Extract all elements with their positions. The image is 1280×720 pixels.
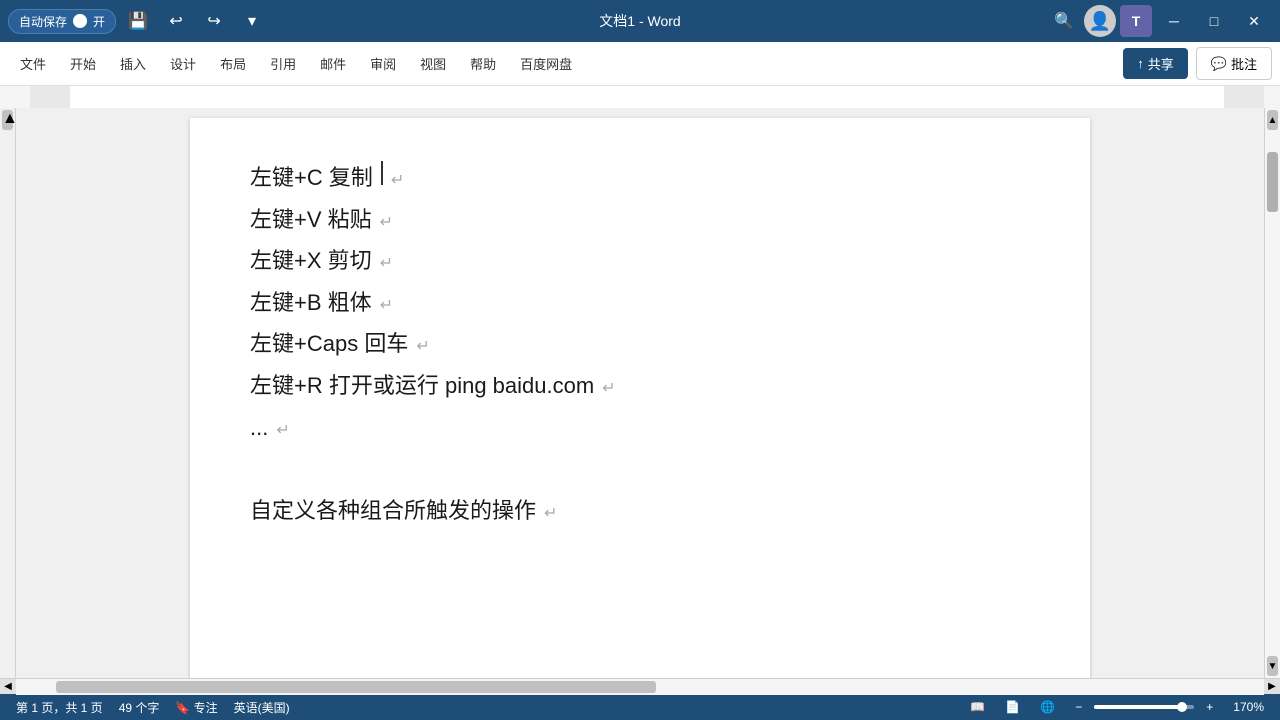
return-mark-4: ↵ — [380, 292, 393, 321]
zoom-out-button[interactable]: − — [1067, 700, 1090, 714]
vscroll-down-button[interactable]: ▼ — [1267, 656, 1278, 676]
line-text-9: 自定义各种组合所触发的操作 — [250, 491, 536, 531]
return-mark-9: ↵ — [544, 500, 557, 529]
zoom-percent[interactable]: 170% — [1225, 700, 1272, 714]
zoom-fill — [1094, 705, 1179, 709]
autosave-toggle[interactable]: 自动保存 开 — [8, 9, 116, 34]
comment-label: 批注 — [1231, 54, 1257, 73]
hscroll-right-button[interactable]: ▶ — [1264, 679, 1280, 695]
zoom-handle[interactable] — [1177, 702, 1187, 712]
view-read-button[interactable]: 📖 — [962, 700, 993, 714]
line-text-6: 左键+R 打开或运行 ping baidu.com — [250, 366, 594, 406]
customize-qat-button[interactable]: ▾ — [236, 7, 268, 35]
hscroll-left-button[interactable]: ◀ — [0, 679, 16, 695]
return-mark-3: ↵ — [380, 250, 393, 279]
undo-button[interactable]: ↩ — [160, 7, 192, 35]
line-text-4: 左键+B 粗体 — [250, 283, 372, 323]
ruler — [0, 86, 1280, 108]
doc-line-1: 左键+C 复制 ↵ — [250, 158, 1030, 198]
autosave-state: 开 — [93, 13, 105, 30]
hscroll-track — [16, 679, 1264, 695]
line-text-7: ... — [250, 408, 268, 448]
title-bar-left: 自动保存 开 💾 ↩ ↪ ▾ — [8, 7, 268, 35]
return-mark-1: ↵ — [391, 167, 404, 196]
doc-line-3: 左键+X 剪切 ↵ — [250, 241, 1030, 281]
doc-line-4: 左键+B 粗体 ↵ — [250, 283, 1030, 323]
ruler-side-left — [0, 86, 30, 108]
autosave-label: 自动保存 — [19, 13, 67, 30]
menu-view[interactable]: 视图 — [408, 48, 458, 79]
line-text-1: 左键+C 复制 — [250, 158, 373, 198]
ruler-main — [30, 86, 1264, 108]
doc-area: ▲ 左键+C 复制 ↵ 左键+V 粘贴 ↵ 左键+X 剪切 ↵ 左键+B 粗体 — [0, 108, 1280, 678]
scrollbar-right: ▲ ▼ — [1264, 108, 1280, 678]
avatar[interactable]: 👤 — [1084, 5, 1116, 37]
search-button[interactable]: 🔍 — [1048, 7, 1080, 35]
return-mark-7: ↵ — [276, 417, 289, 446]
menu-file[interactable]: 文件 — [8, 48, 58, 79]
doc-line-9: 自定义各种组合所触发的操作 ↵ — [250, 491, 1030, 531]
h-scrollbar: ◀ ▶ — [0, 678, 1280, 694]
line-text-5: 左键+Caps 回车 — [250, 324, 408, 364]
menu-review[interactable]: 审阅 — [358, 48, 408, 79]
doc-line-6: 左键+R 打开或运行 ping baidu.com ↵ — [250, 366, 1030, 406]
menu-layout[interactable]: 布局 — [208, 48, 258, 79]
scrollbar-left: ▲ — [0, 108, 16, 678]
hscroll-thumb[interactable] — [56, 681, 656, 693]
share-icon: ↑ — [1137, 56, 1144, 71]
close-button[interactable]: ✕ — [1236, 7, 1272, 35]
line-text-8 — [250, 449, 256, 489]
menu-mailings[interactable]: 邮件 — [308, 48, 358, 79]
language[interactable]: 英语(美国) — [226, 699, 298, 716]
return-mark-2: ↵ — [380, 209, 393, 238]
doc-line-7: ... ↵ — [250, 408, 1030, 448]
toggle-circle — [73, 14, 87, 28]
document-title: 文档1 - Word — [599, 11, 680, 31]
vscroll-thumb[interactable] — [1267, 152, 1278, 212]
menu-home[interactable]: 开始 — [58, 48, 108, 79]
menu-insert[interactable]: 插入 — [108, 48, 158, 79]
word-count[interactable]: 49 个字 — [111, 699, 168, 716]
menu-references[interactable]: 引用 — [258, 48, 308, 79]
comment-icon: 💬 — [1211, 56, 1227, 72]
maximize-button[interactable]: □ — [1196, 7, 1232, 35]
line-text-3: 左键+X 剪切 — [250, 241, 372, 281]
page-info[interactable]: 第 1 页，共 1 页 — [8, 699, 111, 716]
minimize-button[interactable]: ─ — [1156, 7, 1192, 35]
focus-mode[interactable]: 🔖 专注 — [167, 699, 225, 716]
vscroll-track — [1265, 132, 1280, 654]
title-bar-right: 🔍 👤 T ─ □ ✕ — [1048, 5, 1272, 37]
redo-button[interactable]: ↪ — [198, 7, 230, 35]
ruler-white — [70, 86, 1224, 108]
vscroll-up-btn[interactable]: ▲ — [2, 110, 13, 130]
status-right: 📖 📄 🌐 − + 170% — [962, 700, 1272, 714]
zoom-in-button[interactable]: + — [1198, 700, 1221, 714]
title-bar: 自动保存 开 💾 ↩ ↪ ▾ 文档1 - Word 🔍 👤 T ─ □ ✕ — [0, 0, 1280, 42]
ruler-side-right — [1264, 86, 1280, 108]
status-bar: 第 1 页，共 1 页 49 个字 🔖 专注 英语(美国) 📖 📄 🌐 − + … — [0, 694, 1280, 720]
menu-bar: 文件 开始 插入 设计 布局 引用 邮件 审阅 视图 帮助 百度网盘 ↑ 共享 … — [0, 42, 1280, 86]
share-button[interactable]: ↑ 共享 — [1123, 48, 1188, 79]
view-layout-button[interactable]: 📄 — [997, 700, 1028, 714]
doc-content[interactable]: 左键+C 复制 ↵ 左键+V 粘贴 ↵ 左键+X 剪切 ↵ 左键+B 粗体 ↵ … — [16, 108, 1264, 678]
line-text-2: 左键+V 粘贴 — [250, 200, 372, 240]
share-label: 共享 — [1148, 54, 1174, 73]
view-web-button[interactable]: 🌐 — [1032, 700, 1063, 714]
save-button[interactable]: 💾 — [122, 7, 154, 35]
return-mark-6: ↵ — [602, 375, 615, 404]
doc-line-5: 左键+Caps 回车 ↵ — [250, 324, 1030, 364]
menu-help[interactable]: 帮助 — [458, 48, 508, 79]
menu-bar-right: ↑ 共享 💬 批注 — [1123, 47, 1272, 80]
vscroll-up-button[interactable]: ▲ — [1267, 110, 1278, 130]
return-mark-5: ↵ — [416, 333, 429, 362]
zoom-bar[interactable] — [1094, 705, 1194, 709]
page[interactable]: 左键+C 复制 ↵ 左键+V 粘贴 ↵ 左键+X 剪切 ↵ 左键+B 粗体 ↵ … — [190, 118, 1090, 678]
teams-icon[interactable]: T — [1120, 5, 1152, 37]
menu-baidu[interactable]: 百度网盘 — [508, 48, 584, 79]
comment-button[interactable]: 💬 批注 — [1196, 47, 1272, 80]
menu-design[interactable]: 设计 — [158, 48, 208, 79]
text-cursor — [381, 161, 383, 185]
doc-line-8 — [250, 449, 1030, 489]
doc-line-2: 左键+V 粘贴 ↵ — [250, 200, 1030, 240]
